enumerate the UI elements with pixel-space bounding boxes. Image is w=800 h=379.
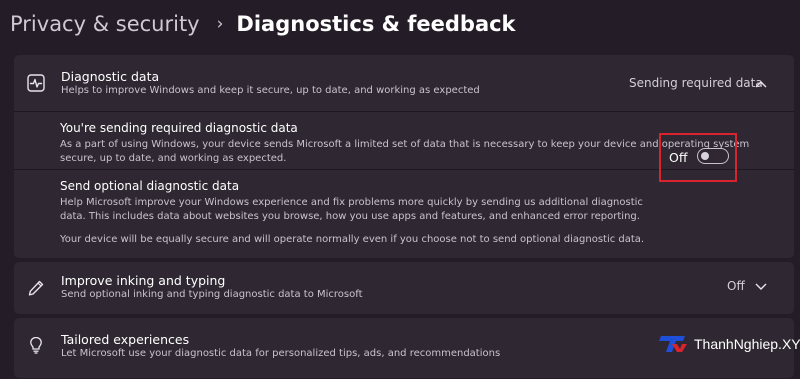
lightbulb-icon: [30, 336, 42, 354]
chevron-up-icon[interactable]: [754, 79, 768, 89]
inking-typing-card[interactable]: Improve inking and typing Send optional …: [14, 262, 794, 314]
watermark-text: ThanhNghiep.XYZ: [694, 336, 800, 352]
optional-data-note-wrap: Your device will be equally secure and w…: [60, 233, 774, 247]
optional-data-note: Your device will be equally secure and w…: [60, 234, 645, 245]
optional-data-section: Send optional diagnostic data Help Micro…: [60, 179, 644, 224]
diagnostic-data-header[interactable]: Diagnostic data Helps to improve Windows…: [14, 55, 794, 112]
chevron-down-icon[interactable]: [754, 281, 768, 291]
watermark: ThanhNghiep.XYZ: [658, 334, 800, 354]
page-title: Diagnostics & feedback: [236, 12, 516, 36]
pulse-icon: [27, 74, 45, 92]
required-data-description: As a part of using Windows, your device …: [60, 139, 750, 164]
thanhnghiep-logo-icon: [659, 336, 687, 352]
inking-typing-description: Send optional inking and typing diagnost…: [61, 289, 363, 300]
pen-icon: [28, 280, 44, 296]
diagnostic-data-status: Sending required data: [629, 76, 763, 90]
optional-data-toggle[interactable]: [697, 148, 729, 164]
optional-data-description: Help Microsoft improve your Windows expe…: [60, 197, 643, 222]
required-data-section: You're sending required diagnostic data …: [60, 121, 754, 166]
tailored-experiences-title: Tailored experiences: [61, 332, 190, 347]
required-data-title: You're sending required diagnostic data: [60, 121, 298, 135]
toggle-knob: [701, 151, 709, 160]
chevron-right-icon: ›: [216, 14, 224, 34]
breadcrumb-parent-link[interactable]: Privacy & security: [10, 12, 200, 36]
inking-typing-status: Off: [727, 279, 745, 293]
diagnostic-data-title: Diagnostic data: [61, 69, 160, 84]
breadcrumb: Privacy & security › Diagnostics & feedb…: [10, 6, 516, 42]
diagnostic-data-description: Helps to improve Windows and keep it sec…: [61, 85, 480, 96]
optional-data-title: Send optional diagnostic data: [60, 179, 240, 193]
inking-typing-title: Improve inking and typing: [61, 273, 226, 288]
optional-data-toggle-label: Off: [669, 150, 688, 165]
tailored-experiences-description: Let Microsoft use your diagnostic data f…: [61, 348, 501, 359]
